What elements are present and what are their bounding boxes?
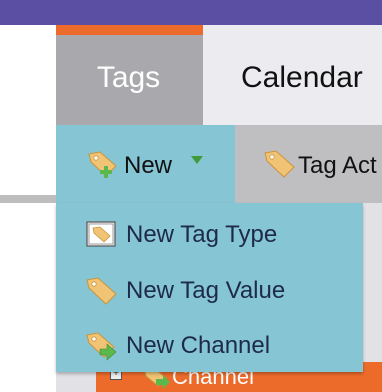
menu-item-label: New Tag Type — [126, 221, 278, 248]
tag-type-icon — [86, 221, 116, 247]
page-left-area — [0, 25, 56, 392]
menu-item-new-channel[interactable]: New Channel — [56, 317, 363, 373]
tab-tags[interactable]: Tags — [56, 25, 203, 125]
tab-calendar-label: Calendar — [241, 61, 363, 94]
top-header-bar — [0, 0, 382, 25]
toolbar: New Tag Act — [56, 125, 382, 203]
dropdown-arrow-icon — [191, 156, 203, 164]
new-button-label: New — [124, 152, 173, 179]
left-divider-strip — [0, 195, 56, 203]
tab-calendar[interactable]: Calendar — [203, 25, 382, 125]
menu-item-new-tag-type[interactable]: New Tag Type — [56, 206, 363, 262]
tag-icon — [264, 150, 295, 178]
main-tabs: Tags Calendar — [56, 25, 382, 125]
menu-item-label: New Channel — [126, 332, 271, 359]
menu-item-new-tag-value[interactable]: New Tag Value — [56, 262, 363, 318]
tag-actions-button[interactable]: Tag Act — [262, 125, 382, 203]
new-dropdown-menu: New Tag Type New Tag Value New Channel — [56, 203, 363, 372]
new-dropdown-button[interactable]: New — [56, 125, 235, 203]
tag-actions-label: Tag Act — [298, 152, 377, 179]
menu-item-label: New Tag Value — [126, 277, 286, 304]
active-tab-accent — [56, 25, 203, 35]
new-channel-icon — [86, 332, 117, 361]
tab-tags-label: Tags — [96, 61, 161, 94]
tag-value-icon — [86, 277, 117, 305]
tag-add-icon — [88, 151, 117, 178]
